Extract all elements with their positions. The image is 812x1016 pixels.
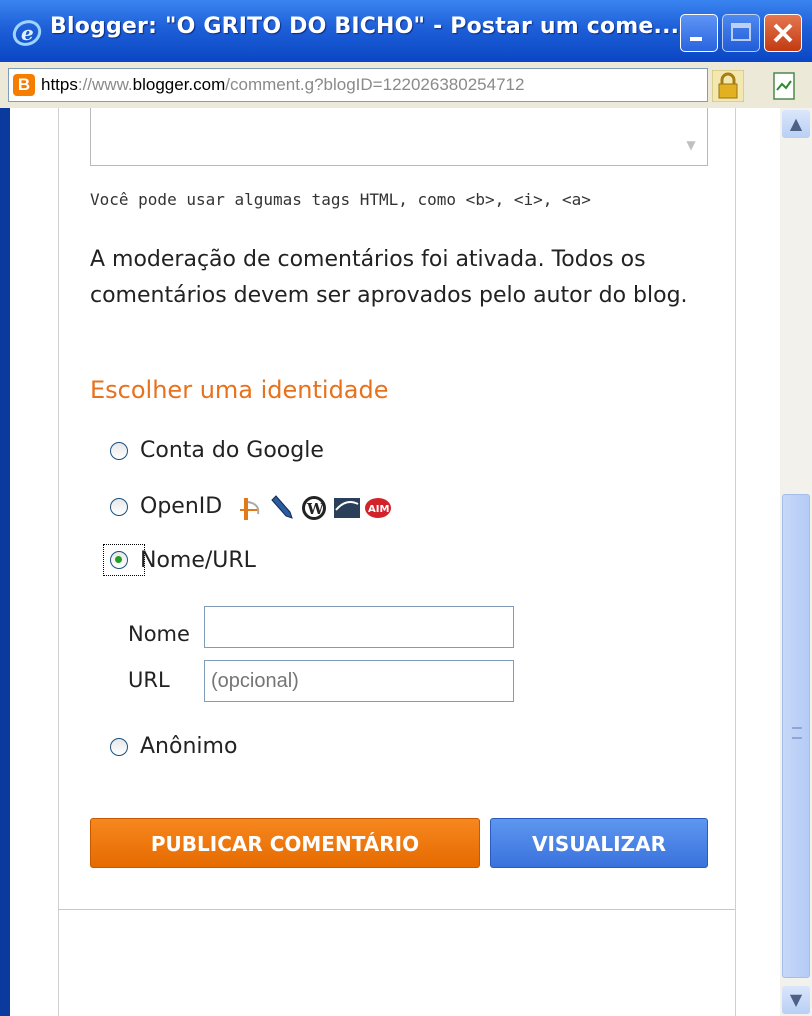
window-left-frame xyxy=(0,108,10,1016)
label-openid[interactable]: OpenID xyxy=(140,494,222,519)
wordpress-icon[interactable]: W xyxy=(302,496,326,520)
url-separator: :// xyxy=(77,75,93,94)
radio-openid[interactable] xyxy=(110,498,128,516)
window-titlebar[interactable]: e Blogger: "O GRITO DO BICHO" - Postar u… xyxy=(0,0,812,62)
openid-logo-icon[interactable] xyxy=(240,498,260,520)
typepad-icon[interactable] xyxy=(334,498,360,518)
publish-comment-button[interactable]: PUBLICAR COMENTÁRIO xyxy=(90,818,480,868)
radio-google-account[interactable] xyxy=(110,442,128,460)
address-bar: B https://www.blogger.com/comment.g?blog… xyxy=(0,62,812,108)
scroll-down-icon[interactable]: ▼ xyxy=(782,986,810,1014)
label-anonymous[interactable]: Anônimo xyxy=(140,734,237,759)
livejournal-icon[interactable] xyxy=(271,495,293,519)
minimize-icon xyxy=(690,37,702,41)
comment-textarea[interactable]: ▼ xyxy=(90,108,708,166)
aim-icon[interactable]: AIM xyxy=(365,498,391,518)
label-name-url[interactable]: Nome/URL xyxy=(140,548,256,573)
url-path: /comment.g?blogID=122026380254712 xyxy=(225,75,525,94)
name-input[interactable] xyxy=(204,606,514,648)
window-title: Blogger: "O GRITO DO BICHO" - Postar um … xyxy=(50,14,680,39)
close-button[interactable] xyxy=(764,14,802,52)
close-icon xyxy=(773,23,793,43)
lock-icon[interactable] xyxy=(712,70,744,102)
chevron-down-icon[interactable]: ▼ xyxy=(681,138,701,156)
svg-text:e: e xyxy=(21,21,34,45)
url-text: https://www.blogger.com/comment.g?blogID… xyxy=(41,75,524,95)
minimize-button[interactable] xyxy=(680,14,718,52)
maximize-button[interactable] xyxy=(722,14,760,52)
maximize-icon xyxy=(731,23,751,41)
url-domain: blogger.com xyxy=(132,75,226,94)
name-field-label: Nome xyxy=(128,622,190,646)
blogger-favicon-icon: B xyxy=(13,74,35,96)
url-field[interactable]: B https://www.blogger.com/comment.g?blog… xyxy=(8,68,708,102)
identity-heading: Escolher uma identidade xyxy=(90,376,389,404)
card-bottom-border xyxy=(58,909,735,910)
url-www: www. xyxy=(92,75,133,94)
url-input[interactable] xyxy=(204,660,514,702)
radio-anonymous[interactable] xyxy=(110,738,128,756)
preview-button[interactable]: VISUALIZAR xyxy=(490,818,708,868)
url-field-label: URL xyxy=(128,668,170,692)
moderation-note: A moderação de comentários foi ativada. … xyxy=(90,247,688,308)
url-scheme: https xyxy=(41,75,78,94)
vertical-scrollbar[interactable]: ▲ ▼ xyxy=(780,108,812,1016)
scroll-up-icon[interactable]: ▲ xyxy=(782,110,810,138)
comment-form-page: ▼ Você pode usar algumas tags HTML, como… xyxy=(10,108,780,1016)
svg-text:AIM: AIM xyxy=(368,504,389,515)
openid-providers: W AIM xyxy=(240,495,391,520)
page-icon[interactable] xyxy=(766,70,802,102)
label-google-account[interactable]: Conta do Google xyxy=(140,438,324,463)
scroll-grip-icon xyxy=(792,727,802,739)
html-tags-note: Você pode usar algumas tags HTML, como <… xyxy=(90,190,591,209)
svg-text:W: W xyxy=(306,500,325,518)
scroll-thumb[interactable] xyxy=(782,494,810,978)
ie-icon: e xyxy=(12,20,42,46)
radio-name-url[interactable] xyxy=(110,551,128,569)
